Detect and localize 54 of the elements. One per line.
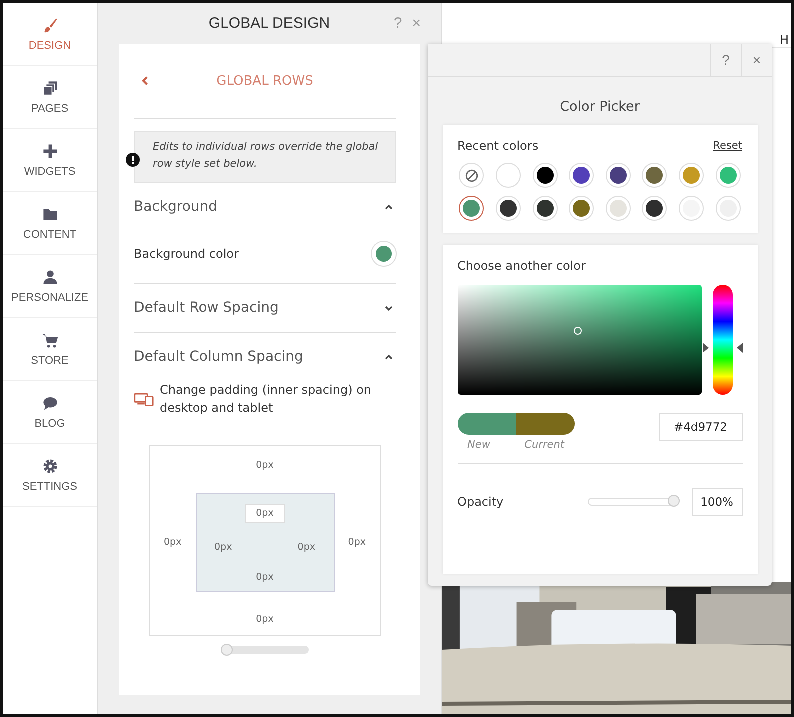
person-icon bbox=[42, 268, 58, 286]
padding-value[interactable]: 0px bbox=[256, 460, 274, 471]
sidebar-item[interactable]: CONTENT bbox=[3, 192, 97, 255]
recent-colors-label: Recent colors bbox=[458, 138, 539, 155]
devices-icon bbox=[134, 392, 154, 406]
opacity-slider-thumb[interactable] bbox=[668, 495, 680, 507]
notice-box: Edits to individual rows override the global row style set below. bbox=[134, 131, 396, 183]
reset-link[interactable]: Reset bbox=[713, 140, 742, 152]
section-title: GLOBAL ROWS bbox=[216, 74, 314, 88]
sidebar-item[interactable]: PAGES bbox=[3, 66, 97, 129]
pages-icon bbox=[42, 80, 58, 96]
hue-slider[interactable] bbox=[702, 285, 742, 395]
field-label: Background color bbox=[134, 246, 239, 263]
saturation-field[interactable] bbox=[458, 285, 702, 395]
new-label: New bbox=[468, 439, 490, 451]
padding-description: Change padding (inner spacing) on desktop and tablet bbox=[160, 382, 373, 417]
section-header[interactable]: Background bbox=[134, 183, 396, 231]
scrollbar[interactable] bbox=[221, 646, 309, 654]
padding-value[interactable]: 0px bbox=[214, 542, 232, 553]
chevron-icon bbox=[384, 352, 394, 362]
padding-value[interactable]: 0px bbox=[348, 537, 366, 548]
close-button[interactable]: × bbox=[741, 44, 772, 76]
sidebar-item[interactable]: SETTINGS bbox=[3, 444, 97, 507]
choose-color-label: Choose another color bbox=[458, 258, 587, 275]
padding-value[interactable]: 0px bbox=[256, 572, 274, 583]
sidebar-item[interactable]: WIDGETS bbox=[3, 129, 97, 192]
padding-value[interactable]: 0px bbox=[164, 537, 182, 548]
hue-handle[interactable] bbox=[702, 342, 742, 353]
brush-icon bbox=[42, 16, 58, 34]
sidebar-item[interactable]: BLOG bbox=[3, 381, 97, 444]
plus-icon bbox=[42, 142, 58, 160]
color-swatch[interactable] bbox=[459, 196, 484, 221]
opacity-input[interactable]: 100% bbox=[692, 488, 742, 516]
section-header[interactable]: Default Row Spacing bbox=[134, 284, 396, 332]
panel-title: GLOBAL DESIGN bbox=[208, 15, 330, 32]
padding-input[interactable]: 0px bbox=[245, 504, 285, 523]
chevron-icon bbox=[384, 202, 394, 212]
settings-icon bbox=[42, 458, 58, 474]
current-label: Current bbox=[524, 439, 564, 451]
help-button[interactable]: ? bbox=[710, 44, 741, 76]
section-header[interactable]: Default Column Spacing bbox=[134, 333, 396, 381]
sidebar-item[interactable]: DESIGN bbox=[3, 3, 97, 66]
sidebar-item[interactable]: STORE bbox=[3, 318, 97, 381]
page-heading: H bbox=[780, 33, 789, 47]
padding-value[interactable]: 0px bbox=[256, 614, 274, 625]
warning-icon bbox=[126, 153, 140, 167]
speech-bubble-icon bbox=[42, 394, 58, 412]
cart-icon bbox=[42, 332, 58, 348]
no-color-swatch[interactable] bbox=[459, 163, 484, 188]
padding-value[interactable]: 0px bbox=[298, 542, 316, 553]
dialog-title: Color Picker bbox=[560, 99, 640, 115]
sidebar-item[interactable]: PERSONALIZE bbox=[3, 255, 97, 318]
opacity-label: Opacity bbox=[458, 494, 505, 511]
hex-input[interactable]: #4d9772 bbox=[658, 413, 742, 441]
